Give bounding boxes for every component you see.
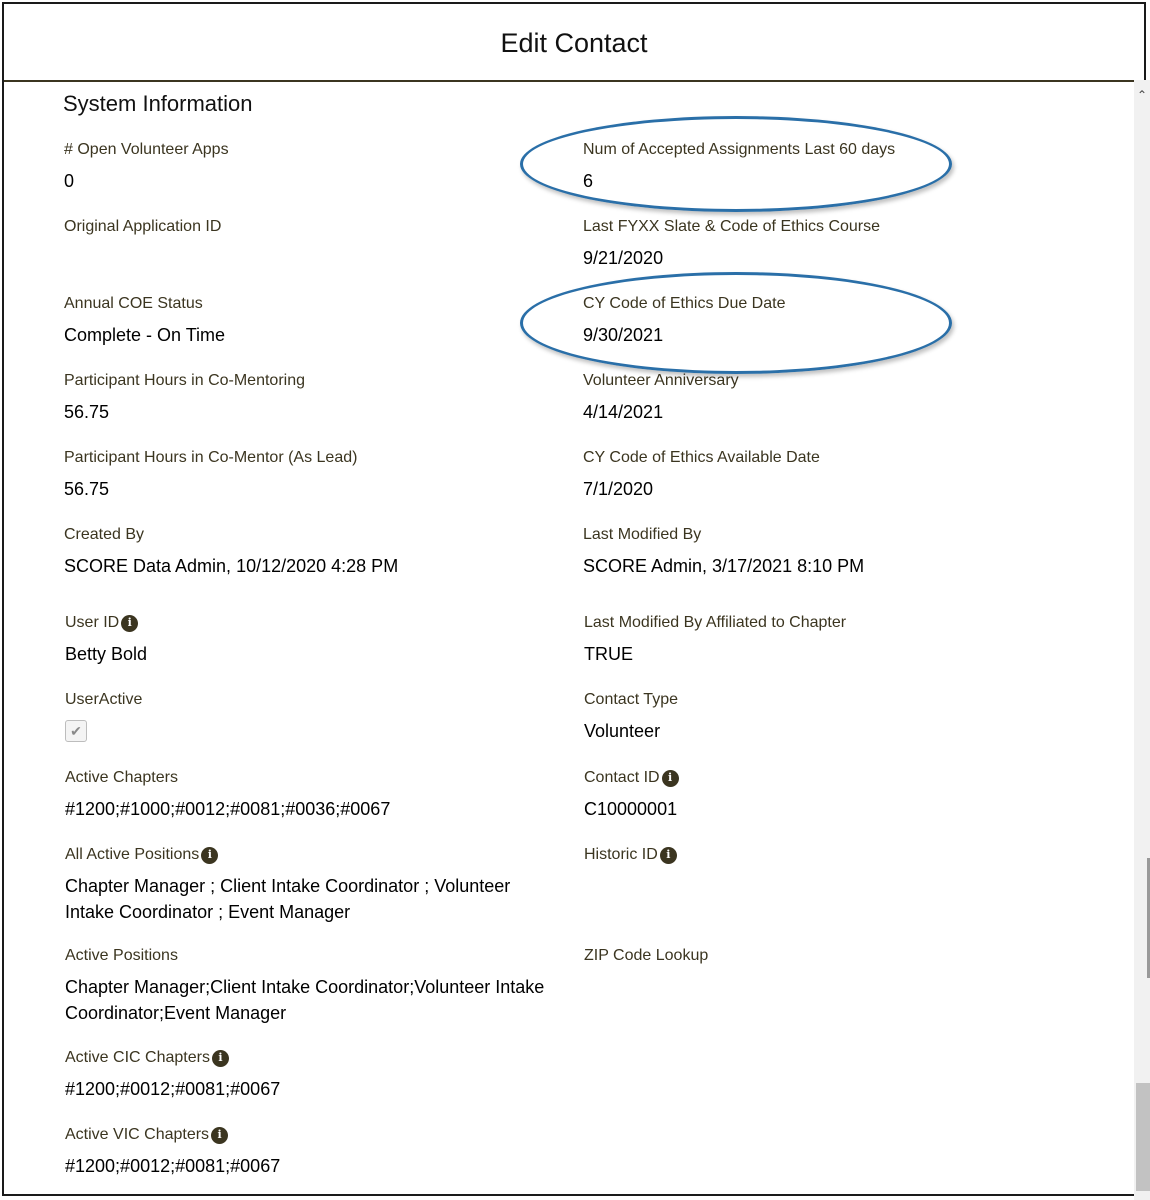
section-title: System Information [63, 91, 253, 116]
field-value: #1200;#0012;#0081;#0067 [65, 1079, 281, 1099]
field-zip-code-lookup: ZIP Code Lookup [584, 946, 1064, 974]
field-open-volunteer-apps: # Open Volunteer Apps 0 [64, 140, 544, 194]
field-participant-hours-co-mentoring: Participant Hours in Co-Mentoring 56.75 [64, 371, 544, 425]
field-label: Last Modified By [583, 526, 702, 543]
field-label: Active Chapters [65, 769, 178, 786]
field-value: 7/1/2020 [583, 479, 654, 499]
info-icon[interactable]: i [201, 846, 219, 864]
field-label: # Open Volunteer Apps [64, 141, 229, 158]
field-participant-hours-co-mentor-lead: Participant Hours in Co-Mentor (As Lead)… [64, 448, 544, 502]
field-volunteer-anniversary: Volunteer Anniversary 4/14/2021 [583, 371, 1063, 425]
field-label: Participant Hours in Co-Mentoring [64, 372, 305, 389]
field-label: Active Positions [65, 947, 178, 964]
field-label: Active VIC Chapters [65, 1126, 210, 1143]
field-label: Volunteer Anniversary [583, 372, 739, 389]
field-cy-coe-due-date: CY Code of Ethics Due Date 9/30/2021 [583, 294, 1063, 348]
field-contact-type: Contact Type Volunteer [584, 690, 1064, 744]
field-value: #1200;#1000;#0012;#0081;#0036;#0067 [65, 799, 391, 819]
field-label: User ID [65, 614, 120, 631]
field-value: 9/21/2020 [583, 248, 664, 268]
field-historic-id: Historic ID i [584, 845, 1064, 873]
field-label: Num of Accepted Assignments Last 60 days [583, 141, 896, 158]
field-value: 56.75 [64, 402, 110, 422]
field-created-by: Created By SCORE Data Admin, 10/12/2020 … [64, 525, 544, 579]
field-active-vic-chapters: Active VIC Chapters i #1200;#0012;#0081;… [65, 1125, 545, 1179]
info-icon[interactable]: i [211, 1126, 229, 1144]
chevron-up-icon[interactable]: ⌃ [1137, 88, 1147, 102]
field-value: 56.75 [64, 479, 110, 499]
field-label: Contact ID [584, 769, 660, 786]
info-icon[interactable]: i [211, 1049, 229, 1067]
field-value: Chapter Manager ; Client Intake Coordina… [65, 876, 511, 922]
scrollbar-thumb[interactable] [1136, 1083, 1150, 1191]
field-value: 9/30/2021 [583, 325, 664, 345]
field-annual-coe-status: Annual COE Status Complete - On Time [64, 294, 544, 348]
scrollbar-track[interactable] [1134, 80, 1150, 1200]
check-icon: ✔ [70, 722, 82, 739]
field-user-id: User ID i Betty Bold [65, 613, 545, 667]
field-label: Annual COE Status [64, 295, 203, 312]
field-label: UserActive [65, 691, 143, 708]
field-active-cic-chapters: Active CIC Chapters i #1200;#0012;#0081;… [65, 1048, 545, 1102]
field-value: Betty Bold [65, 644, 148, 664]
field-value: 6 [583, 171, 594, 191]
field-active-chapters: Active Chapters #1200;#1000;#0012;#0081;… [65, 768, 545, 822]
field-last-modified-by: Last Modified By SCORE Admin, 3/17/2021 … [583, 525, 1063, 579]
field-accepted-assignments-60-days: Num of Accepted Assignments Last 60 days… [583, 140, 1063, 194]
field-active-positions: Active Positions Chapter Manager;Client … [65, 946, 550, 1026]
field-value: TRUE [584, 644, 633, 664]
field-value: Volunteer [584, 721, 661, 741]
field-label: Historic ID [584, 846, 658, 863]
field-label: Original Application ID [64, 218, 222, 235]
field-label: Contact Type [584, 691, 678, 708]
useractive-checkbox[interactable]: ✔ [65, 720, 87, 742]
field-label: All Active Positions [65, 846, 200, 863]
field-value: 4/14/2021 [583, 402, 664, 422]
field-label: CY Code of Ethics Available Date [583, 449, 820, 466]
field-label: Active CIC Chapters [65, 1049, 210, 1066]
field-label: CY Code of Ethics Due Date [583, 295, 786, 312]
field-value: Complete - On Time [64, 325, 226, 345]
field-label: Created By [64, 526, 145, 543]
field-last-modified-affiliated: Last Modified By Affiliated to Chapter T… [584, 613, 1064, 667]
field-label: Last Modified By Affiliated to Chapter [584, 614, 847, 631]
info-icon[interactable]: i [661, 769, 679, 787]
modal-header: Edit Contact [4, 4, 1144, 82]
field-all-active-positions: All Active Positions i Chapter Manager ;… [65, 845, 535, 925]
info-icon[interactable]: i [659, 846, 677, 864]
modal-title: Edit Contact [500, 27, 648, 58]
field-value: SCORE Data Admin, 10/12/2020 4:28 PM [64, 556, 399, 576]
field-contact-id: Contact ID i C10000001 [584, 768, 1064, 822]
field-original-application-id: Original Application ID [64, 217, 544, 245]
field-cy-coe-available-date: CY Code of Ethics Available Date 7/1/202… [583, 448, 1063, 502]
field-last-fyxx-slate-coe-course: Last FYXX Slate & Code of Ethics Course … [583, 217, 1063, 271]
field-label: Last FYXX Slate & Code of Ethics Course [583, 218, 881, 235]
info-icon[interactable]: i [121, 614, 139, 632]
field-label: ZIP Code Lookup [584, 947, 709, 964]
field-label: Participant Hours in Co-Mentor (As Lead) [64, 449, 358, 466]
field-value: C10000001 [584, 799, 678, 819]
field-value: #1200;#0012;#0081;#0067 [65, 1156, 281, 1176]
field-value: 0 [64, 171, 75, 191]
field-value: Chapter Manager;Client Intake Coordinato… [65, 977, 545, 1023]
field-user-active: UserActive ✔ [65, 690, 545, 742]
field-value: SCORE Admin, 3/17/2021 8:10 PM [583, 556, 865, 576]
